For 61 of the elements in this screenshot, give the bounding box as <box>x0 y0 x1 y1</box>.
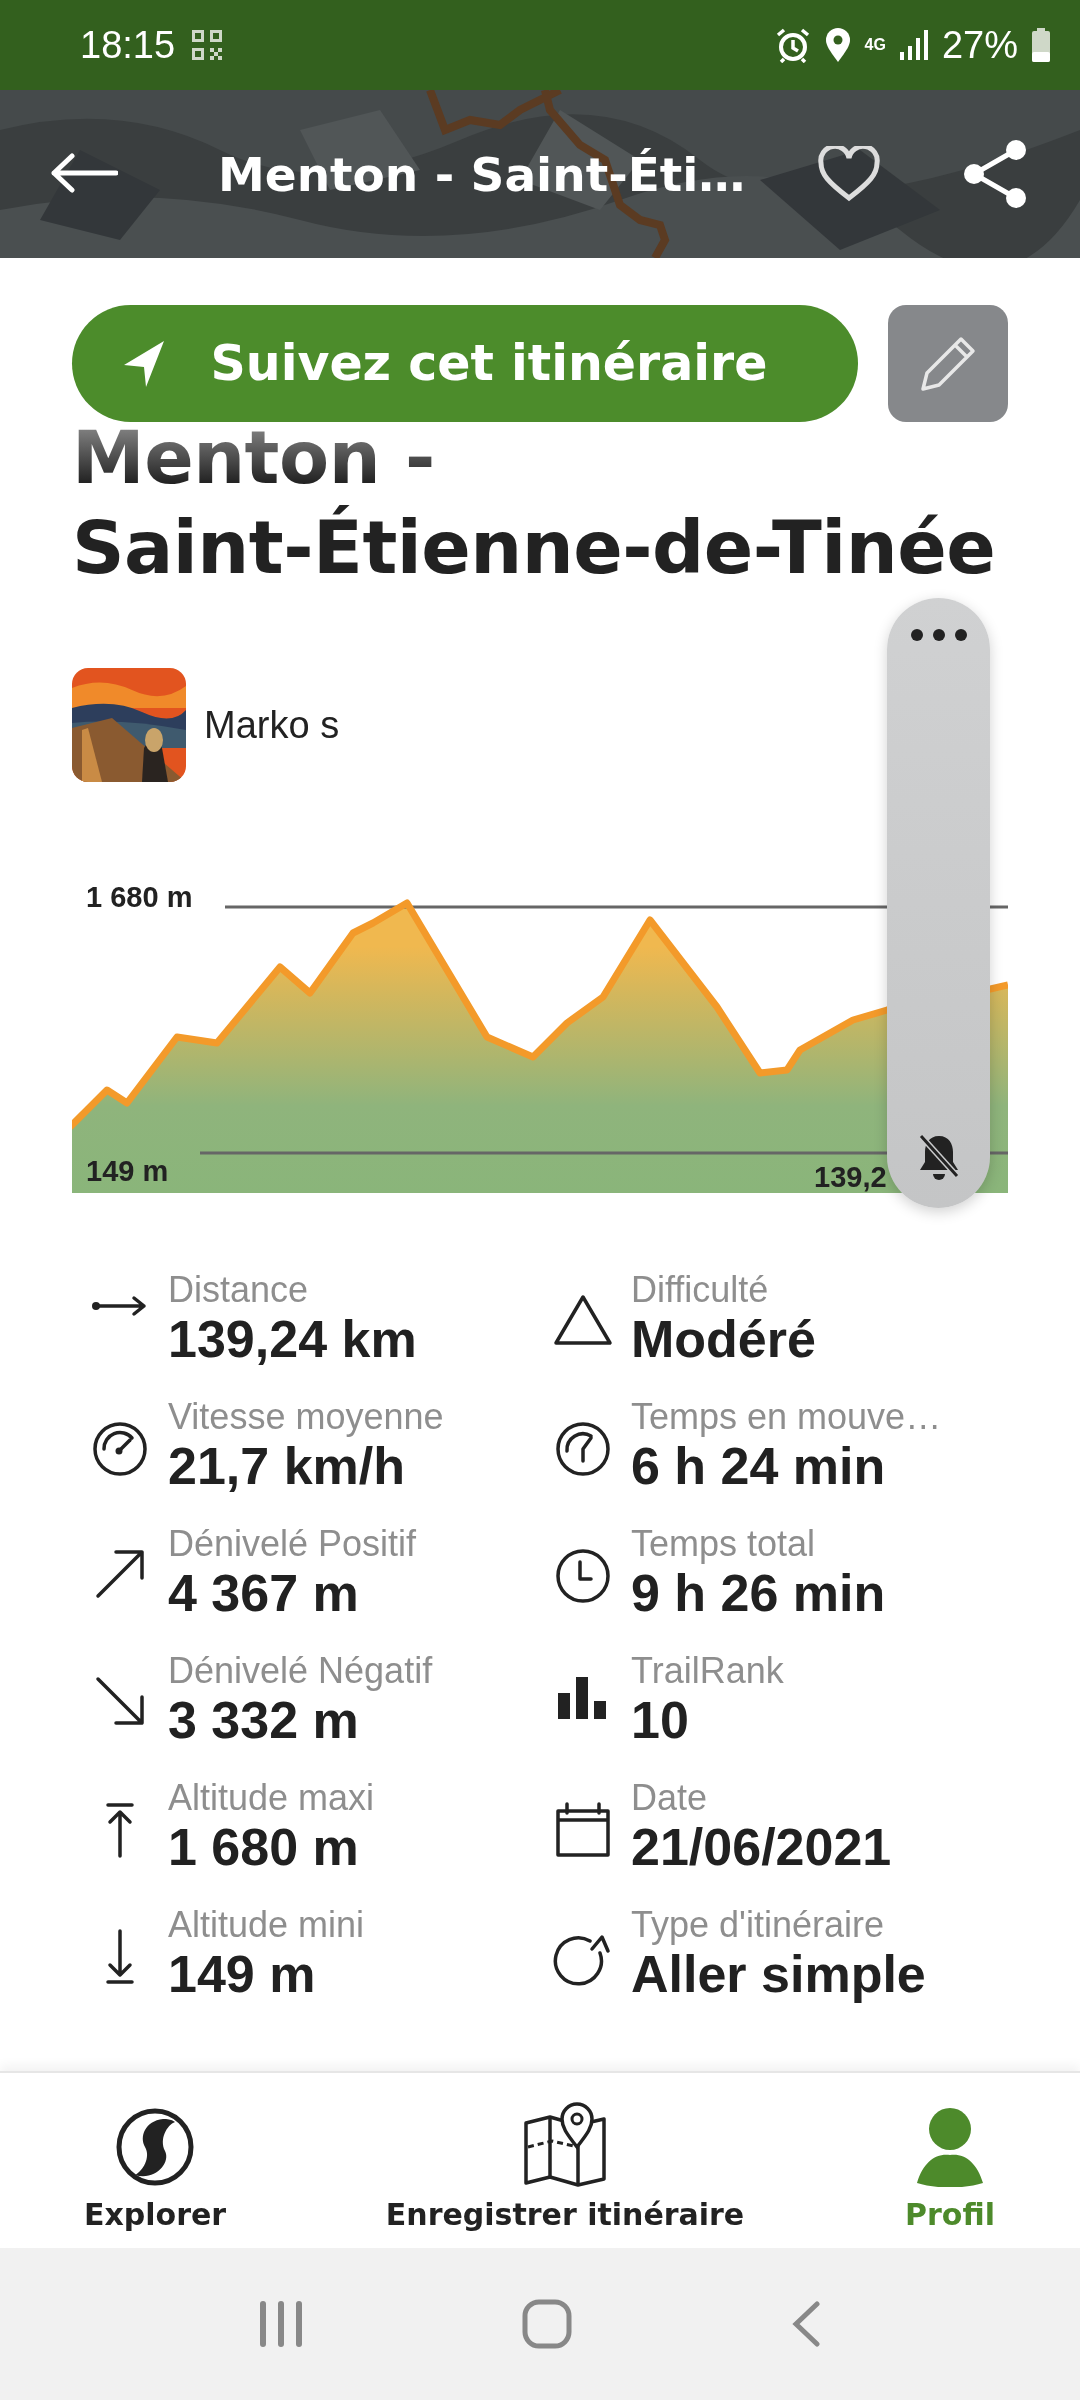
stat-label: Dénivelé Positif <box>168 1524 417 1564</box>
back-nav-button[interactable] <box>790 2301 821 2347</box>
calendar-icon <box>555 1802 611 1858</box>
stat-label: Date <box>631 1778 709 1818</box>
person-icon <box>915 2107 985 2187</box>
stat-value: Aller simple <box>631 1945 926 2003</box>
stat-value: 9 h 26 min <box>631 1564 886 1622</box>
qr-code-icon <box>191 29 224 61</box>
author-name: Marko s <box>204 703 340 747</box>
stat-value: Modéré <box>631 1310 816 1368</box>
signal-icon <box>899 30 928 60</box>
pencil-icon <box>919 334 977 393</box>
clock-icon <box>555 1548 611 1604</box>
distance-label: 139,2 <box>814 1161 887 1194</box>
nav-tab[interactable]: Enregistrer itinéraire <box>310 2073 820 2248</box>
compass-logo-icon <box>115 2107 195 2187</box>
recent-apps-button[interactable] <box>259 2301 304 2347</box>
stat-value: 21,7 km/h <box>168 1437 407 1495</box>
network-type: 4G <box>864 37 886 53</box>
location-pin-icon <box>824 28 851 62</box>
stat-value: 139,24 km <box>168 1310 417 1368</box>
stat-label: Temps en mouve… <box>631 1397 942 1437</box>
stat-label: Altitude mini <box>168 1905 365 1945</box>
stat-value: 10 <box>631 1691 690 1749</box>
stat-label: Difficulté <box>631 1270 770 1310</box>
arrow-down-bar-icon <box>105 1929 135 1985</box>
stat-label: Distance <box>168 1270 310 1310</box>
gauge-icon <box>555 1421 611 1477</box>
arrow-down-right-icon <box>94 1675 146 1727</box>
alarm-icon <box>774 27 811 63</box>
stat-value: 4 367 m <box>168 1564 360 1622</box>
stat-label: Temps total <box>631 1524 817 1564</box>
stat-value: 149 m <box>168 1945 317 2003</box>
map-pin-icon <box>522 2101 608 2187</box>
arrow-up-bar-icon <box>105 1802 135 1858</box>
stat-value: 3 332 m <box>168 1691 360 1749</box>
follow-route-button[interactable]: Suivez cet itinéraire <box>72 305 858 422</box>
stat-label: Vitesse moyenne <box>168 1397 444 1437</box>
stat-label: TrailRank <box>631 1651 784 1691</box>
max-elevation-label: 1 680 m <box>86 881 193 914</box>
arrow-up-right-icon <box>94 1548 146 1600</box>
more-button[interactable] <box>908 628 969 642</box>
stat-value: 1 680 m <box>168 1818 360 1876</box>
triangle-icon <box>553 1294 613 1346</box>
edit-button[interactable] <box>888 305 1008 422</box>
stat-label: Type d'itinéraire <box>631 1905 885 1945</box>
stat-label: Altitude maxi <box>168 1778 375 1818</box>
min-elevation-label: 149 m <box>86 1155 169 1188</box>
battery-icon <box>1032 28 1050 62</box>
navigation-arrow-icon <box>122 338 167 389</box>
favorite-button[interactable] <box>818 146 880 202</box>
battery-percent: 27% <box>941 23 1018 67</box>
home-button[interactable] <box>522 2299 572 2349</box>
stat-value: 6 h 24 min <box>631 1437 887 1495</box>
nav-tab[interactable]: Explorer <box>0 2073 310 2248</box>
stat-label: Dénivelé Négatif <box>168 1651 433 1691</box>
header-title: Menton - Saint-Éti… <box>218 146 747 202</box>
nav-tab[interactable]: Profil <box>820 2073 1080 2248</box>
gauge-icon <box>92 1421 148 1477</box>
clock-time: 18:15 <box>80 23 176 67</box>
stat-value: 21/06/2021 <box>631 1818 892 1876</box>
